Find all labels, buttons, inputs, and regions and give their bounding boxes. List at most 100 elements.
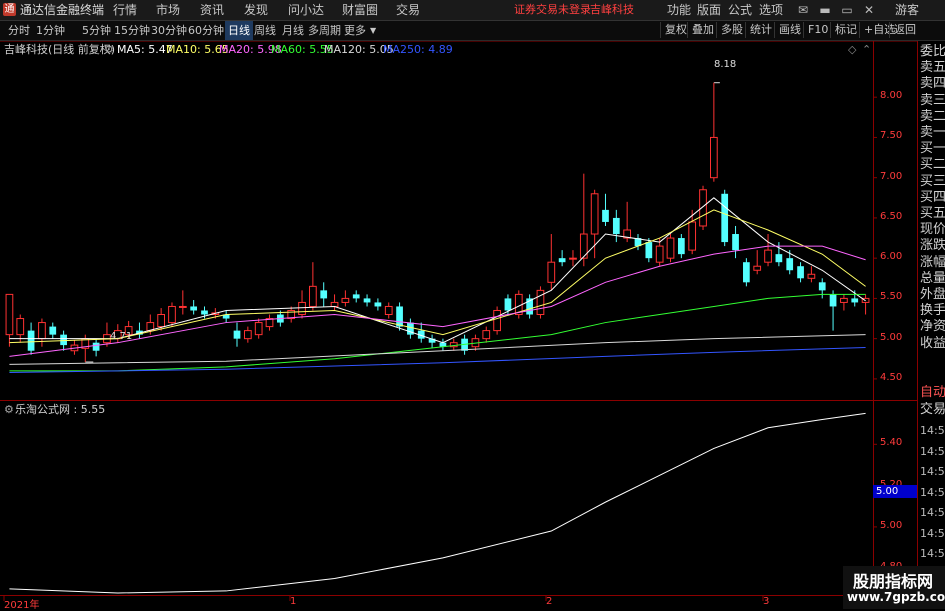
candle-body bbox=[797, 266, 804, 279]
period-30min[interactable]: 30分钟 bbox=[151, 21, 187, 40]
candle-body bbox=[699, 189, 707, 227]
btn-fanhui[interactable]: 返回 bbox=[889, 22, 920, 38]
btn-duogu[interactable]: 多股 bbox=[716, 22, 747, 38]
panel-tab-1[interactable]: 交易 bbox=[920, 402, 945, 418]
tick-time-5: 14:56 bbox=[920, 526, 945, 540]
period-more[interactable]: 更多 bbox=[344, 21, 366, 40]
quote-row-9: 买四 bbox=[920, 189, 945, 205]
login-status[interactable]: 证券交易未登录 bbox=[514, 0, 591, 20]
btn-f10[interactable]: F10 bbox=[803, 22, 832, 38]
tick-time-3: 14:56 bbox=[920, 485, 945, 499]
candle-body bbox=[590, 193, 599, 235]
candle-body bbox=[341, 297, 350, 303]
more-chevron-icon[interactable]: ▼ bbox=[370, 21, 376, 40]
period-weekly[interactable]: 周线 bbox=[254, 21, 276, 40]
candle-body bbox=[330, 301, 339, 307]
x-label-3: 3 bbox=[763, 596, 770, 607]
x-label-2: 2 bbox=[546, 596, 553, 607]
candle-body bbox=[743, 262, 750, 283]
candle-body bbox=[645, 242, 653, 259]
y-tick-label: 7.50 bbox=[880, 130, 903, 142]
ma5-line bbox=[9, 197, 866, 344]
candle-body bbox=[851, 298, 859, 303]
candle-body bbox=[840, 297, 848, 303]
candle-body bbox=[298, 301, 306, 316]
menu-caifuquan[interactable]: 财富圈 bbox=[342, 0, 378, 20]
close-icon[interactable]: ✕ bbox=[860, 2, 878, 18]
period-toolbar: 分时 1分钟 5分钟 15分钟 30分钟 60分钟 日线 周线 月线 多周期 更… bbox=[0, 21, 945, 41]
candle-body bbox=[157, 314, 166, 328]
btn-diejia[interactable]: 叠加 bbox=[687, 22, 718, 38]
period-60min[interactable]: 60分钟 bbox=[188, 21, 224, 40]
period-1min[interactable]: 1分钟 bbox=[36, 21, 65, 40]
btn-tongji[interactable]: 统计 bbox=[745, 22, 776, 38]
quote-row-1: 卖五 bbox=[920, 60, 945, 76]
candle-body bbox=[829, 294, 837, 307]
y-tick-label: 6.00 bbox=[880, 251, 903, 263]
menu-faxian[interactable]: 发现 bbox=[244, 0, 268, 20]
menu-hangqing[interactable]: 行情 bbox=[113, 0, 137, 20]
menu-xuanxiang[interactable]: 选项 bbox=[759, 0, 783, 20]
btn-huaxian[interactable]: 画线 bbox=[774, 22, 805, 38]
minimize-icon[interactable]: ▬ bbox=[816, 2, 834, 18]
quote-row-14: 总量 bbox=[920, 270, 945, 286]
period-monthly[interactable]: 月线 bbox=[282, 21, 304, 40]
tick-time-4: 14:56 bbox=[920, 506, 945, 519]
menu-jiaoyi[interactable]: 交易 bbox=[396, 0, 420, 20]
quote-row-4: 卖二 bbox=[920, 108, 945, 124]
candle-body bbox=[732, 234, 739, 251]
candle-body bbox=[482, 330, 491, 340]
quote-row-8: 买三 bbox=[920, 173, 945, 189]
maximize-icon[interactable]: ▭ bbox=[838, 2, 856, 18]
period-fenshi[interactable]: 分时 bbox=[8, 21, 30, 40]
menu-wenxiaoda[interactable]: 问小达 bbox=[288, 0, 324, 20]
btn-biaoji[interactable]: 标记 bbox=[830, 22, 861, 38]
quote-row-2: 卖四 bbox=[920, 76, 945, 92]
candle-body bbox=[764, 249, 772, 263]
candle-body bbox=[504, 298, 512, 311]
guest-label[interactable]: 游客 bbox=[895, 0, 919, 20]
menu-shichang[interactable]: 市场 bbox=[156, 0, 180, 20]
sub-y-tick-label: 5.40 bbox=[880, 437, 903, 449]
candle-body bbox=[92, 342, 100, 351]
period-15min[interactable]: 15分钟 bbox=[114, 21, 150, 40]
low-price-label: 4.71 bbox=[110, 331, 133, 342]
candle-body bbox=[721, 193, 729, 243]
mail-icon[interactable]: ✉ bbox=[794, 2, 812, 18]
candle-body bbox=[493, 309, 501, 332]
candle-body bbox=[49, 326, 57, 335]
candle-body bbox=[254, 322, 263, 336]
menu-gongneng[interactable]: 功能 bbox=[667, 0, 691, 20]
ma10-line bbox=[9, 209, 866, 344]
menu-gongshi[interactable]: 公式 bbox=[728, 0, 752, 20]
kline-chart[interactable] bbox=[0, 41, 917, 609]
candle-body bbox=[178, 305, 187, 308]
candle-body bbox=[16, 318, 25, 336]
candle-body bbox=[709, 136, 718, 179]
y-tick-label: 4.50 bbox=[880, 371, 903, 383]
quote-row-7: 买二 bbox=[920, 157, 945, 173]
candle-body bbox=[547, 261, 556, 283]
stock-name-title: 吉峰科技 bbox=[590, 3, 634, 16]
candle-body bbox=[569, 257, 577, 260]
period-daily[interactable]: 日线 bbox=[225, 21, 253, 40]
quote-row-18: 收益 bbox=[920, 335, 945, 351]
period-multi[interactable]: 多周期 bbox=[308, 21, 341, 40]
candle-body bbox=[396, 306, 403, 327]
watermark-url: www.7gpzb.com bbox=[847, 590, 945, 604]
menu-zixun[interactable]: 资讯 bbox=[200, 0, 224, 20]
menu-banmian[interactable]: 版面 bbox=[697, 0, 721, 20]
candle-body bbox=[775, 254, 783, 263]
quote-row-6: 买一 bbox=[920, 141, 945, 157]
panel-tab-0[interactable]: 自动 bbox=[920, 385, 945, 401]
candle-body bbox=[666, 237, 675, 259]
quote-row-12: 涨跌 bbox=[920, 238, 945, 254]
candle-body bbox=[190, 306, 198, 311]
period-5min[interactable]: 5分钟 bbox=[82, 21, 111, 40]
candle-body bbox=[233, 330, 241, 339]
candle-body bbox=[243, 330, 252, 340]
y-tick-label: 8.00 bbox=[880, 90, 903, 102]
quote-row-16: 换手 bbox=[920, 303, 945, 319]
candle-body bbox=[818, 282, 826, 291]
candle-body bbox=[384, 305, 393, 316]
